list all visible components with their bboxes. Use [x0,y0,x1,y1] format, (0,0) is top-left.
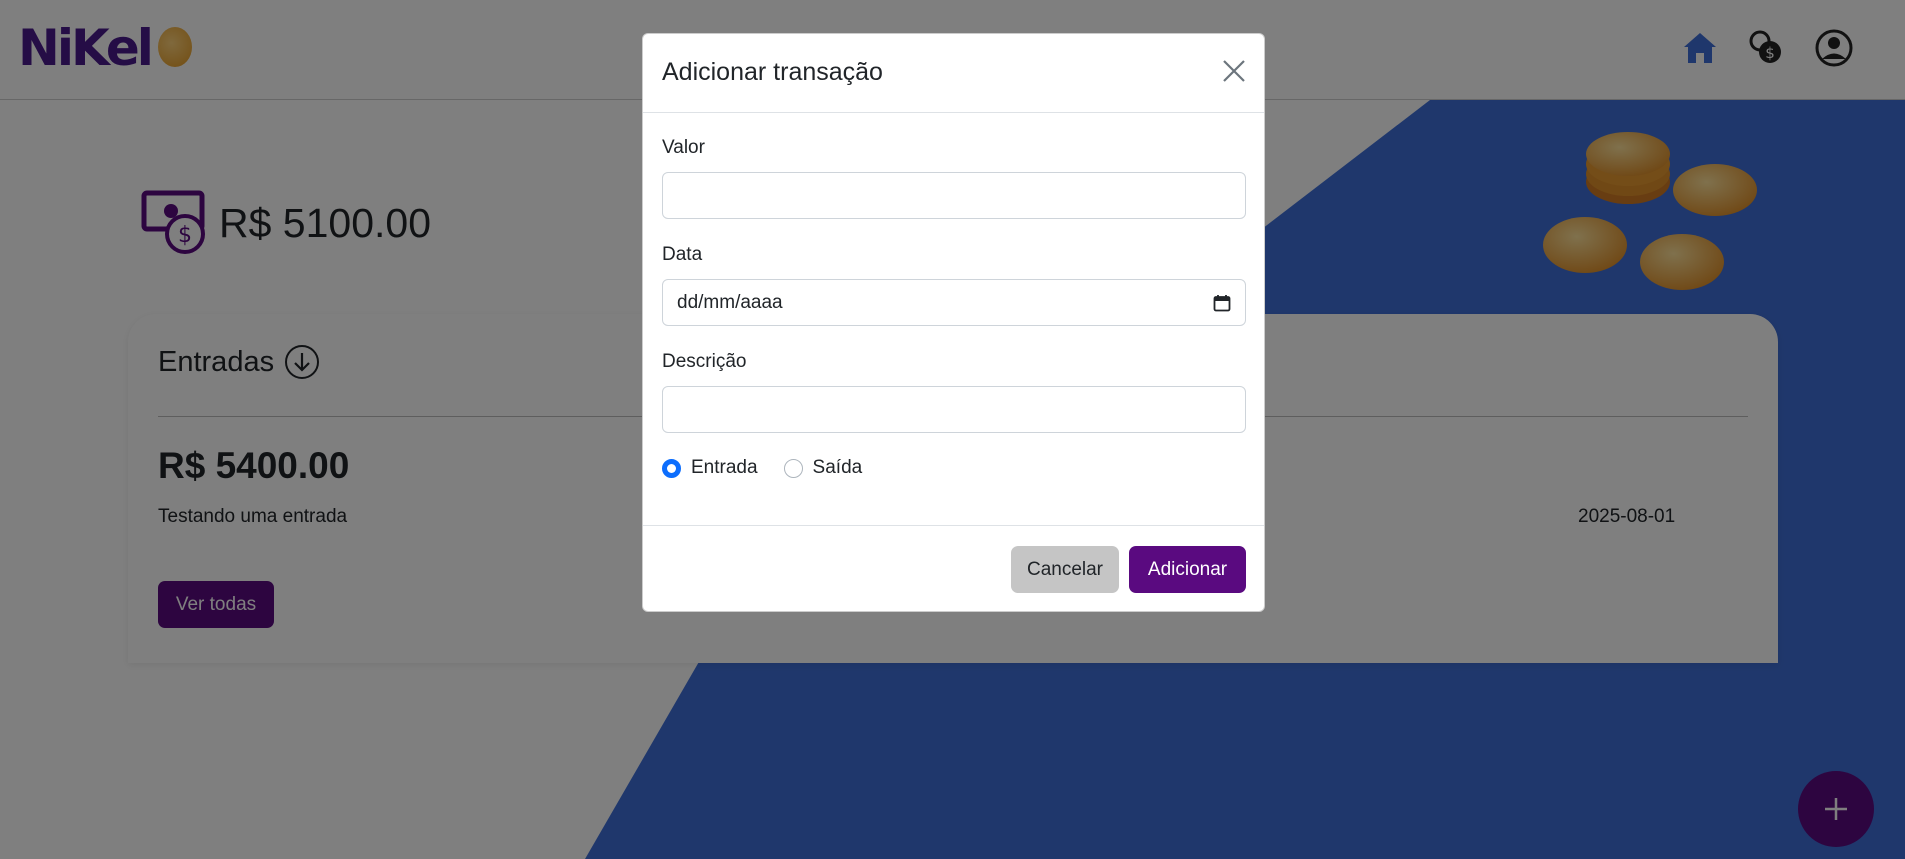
radio-saida[interactable] [783,458,803,478]
calendar-icon[interactable] [1213,294,1231,312]
valor-input[interactable] [662,172,1246,219]
cancel-button[interactable]: Cancelar [1011,546,1119,593]
descricao-input[interactable] [662,386,1246,433]
data-placeholder: dd/mm/aaaa [677,291,783,313]
descricao-label: Descrição [662,351,747,372]
close-icon[interactable] [1221,58,1247,84]
radio-entrada[interactable] [662,458,681,478]
data-input[interactable]: dd/mm/aaaa [662,279,1246,326]
modal-footer: Cancelar Adicionar [643,525,1264,612]
modal-header: Adicionar transação [643,34,1264,113]
add-transaction-modal: Adicionar transação Valor Data dd/mm/aaa… [642,33,1265,612]
radio-entrada-label[interactable]: Entrada [691,457,758,479]
data-label: Data [662,244,703,265]
type-radio-group: Entrada Saída [662,457,862,479]
add-button[interactable]: Adicionar [1129,546,1246,593]
valor-label: Valor [662,137,705,158]
radio-saida-label[interactable]: Saída [813,457,863,479]
modal-title: Adicionar transação [662,58,883,86]
